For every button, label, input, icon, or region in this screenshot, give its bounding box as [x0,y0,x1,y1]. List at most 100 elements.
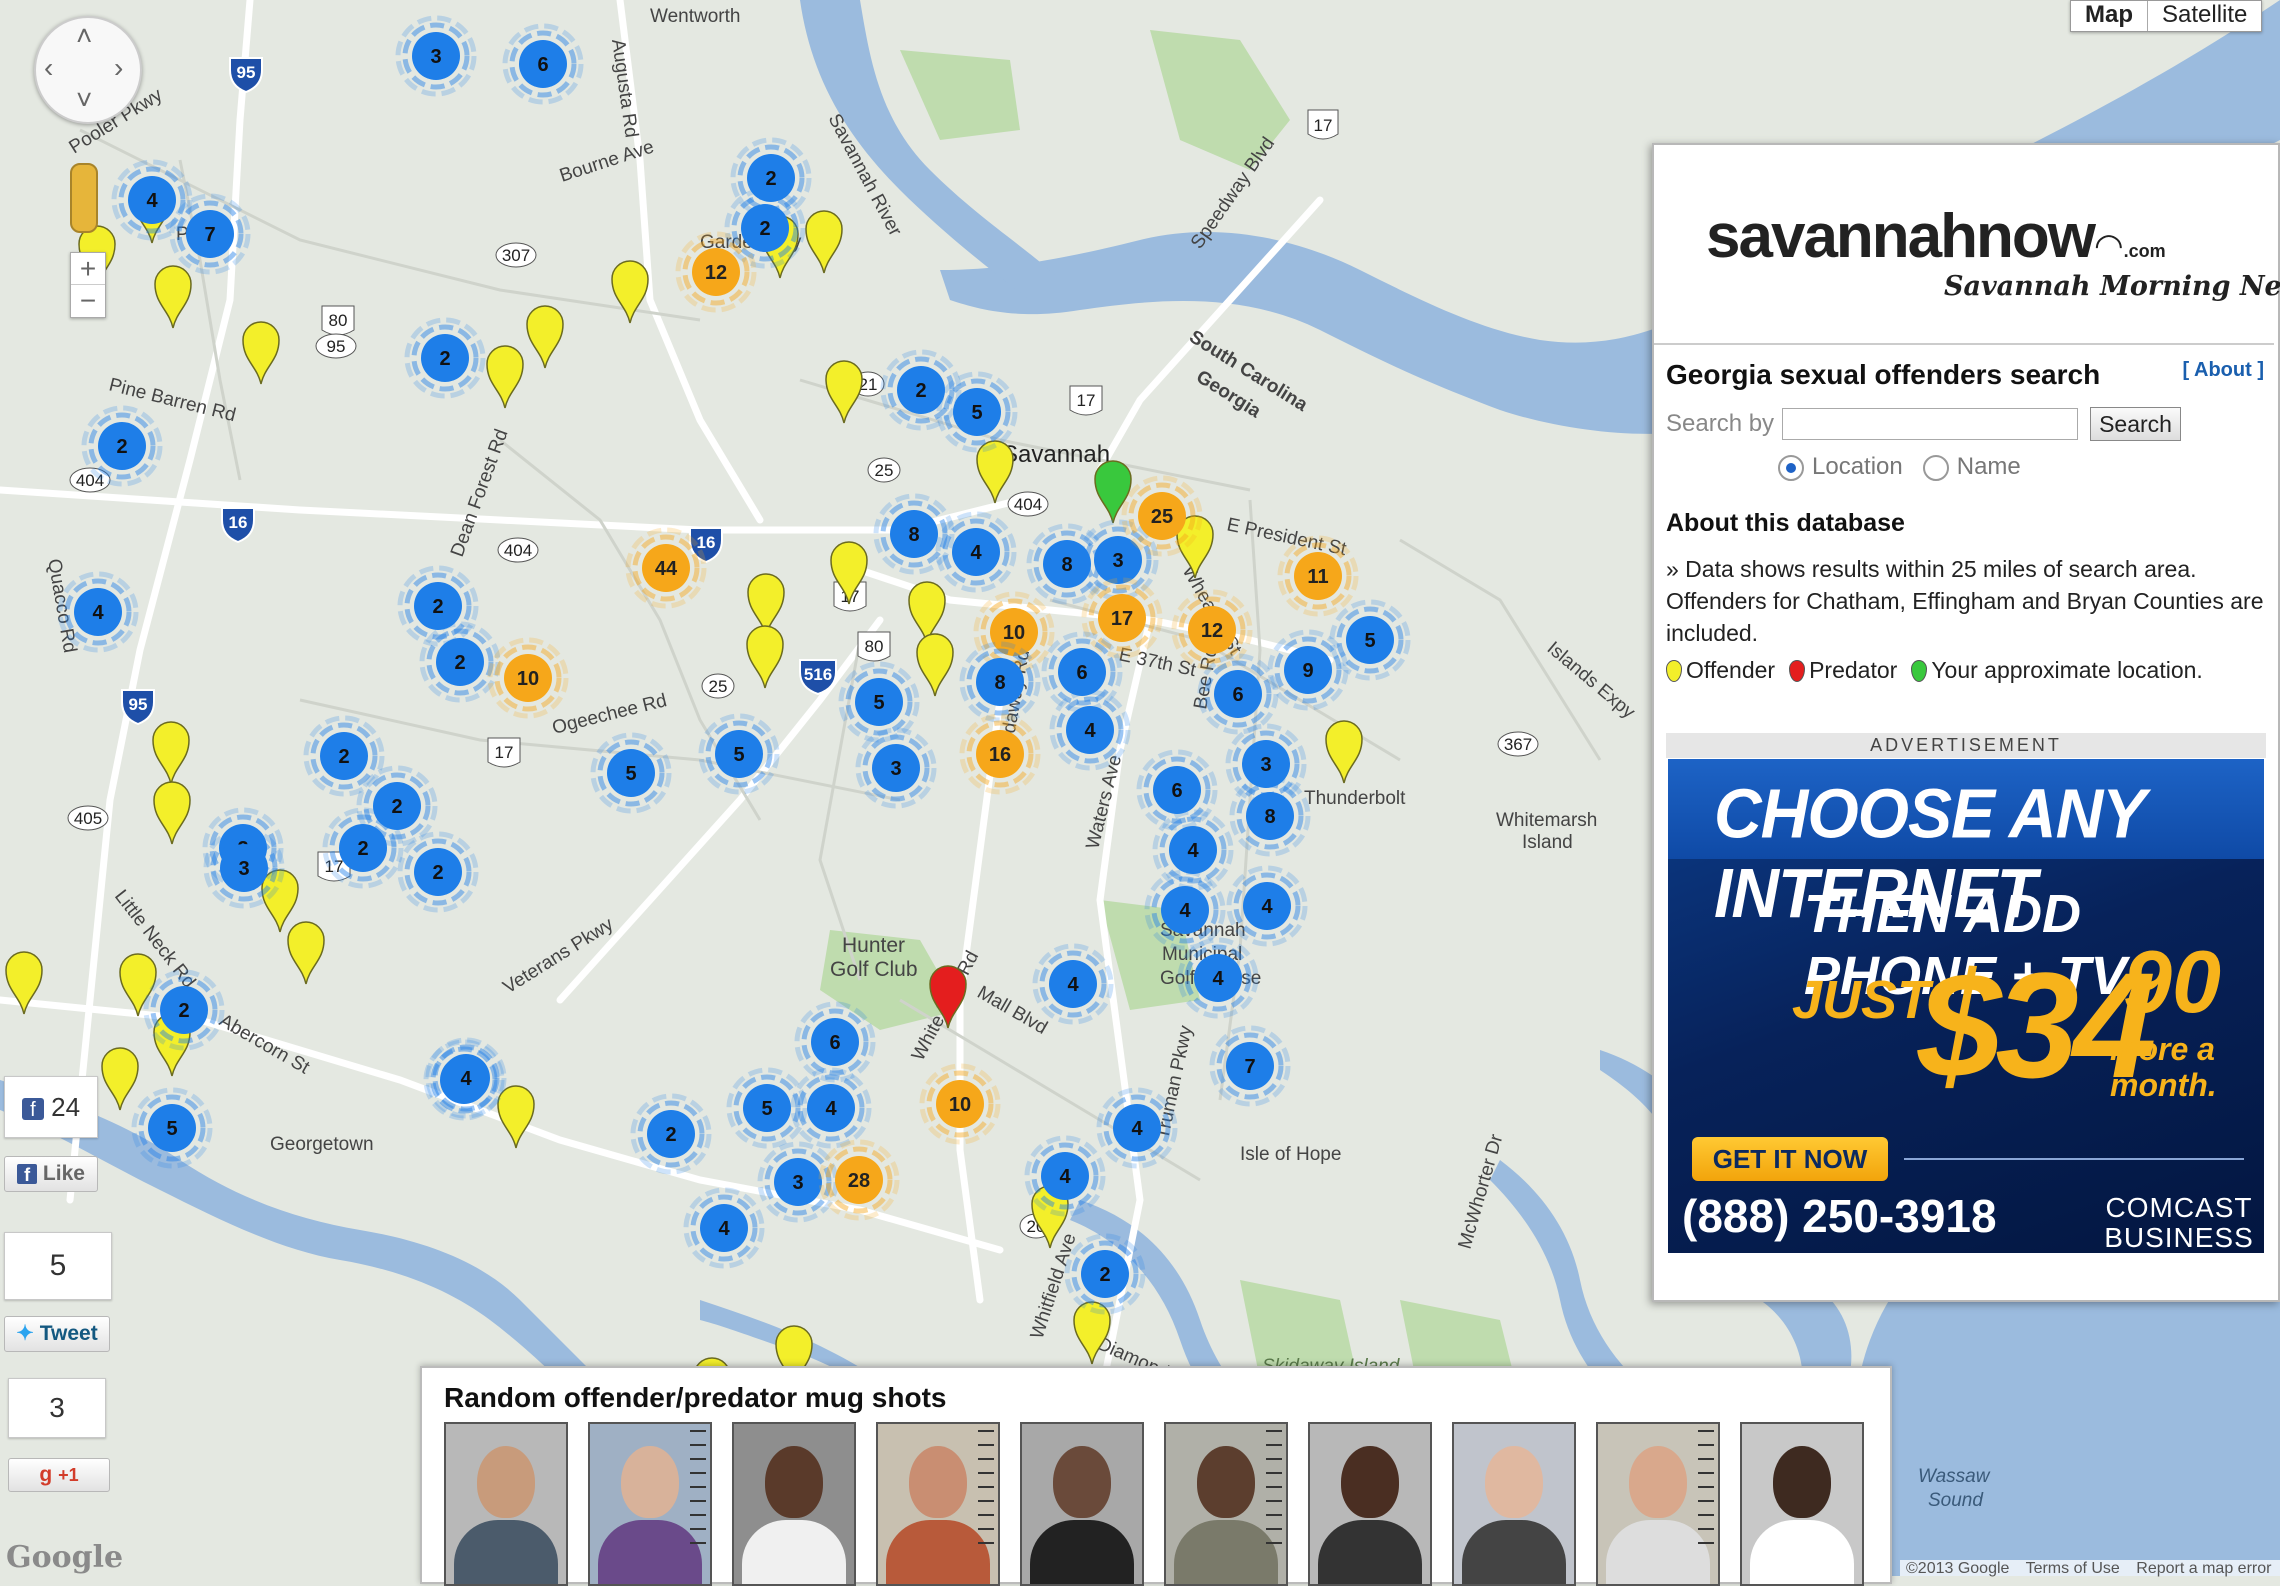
savannahnow-logo[interactable]: savannahnow◠.com Savannah Morning News [1706,201,2280,302]
search-row: Search by Search [1666,407,2181,441]
cluster-count: 2 [765,168,776,190]
pan-up-icon[interactable]: ˄ [76,22,92,50]
mugshot-photo[interactable] [1164,1422,1288,1586]
name-radio-label: Name [1956,453,2021,480]
mugshot-photo[interactable] [1452,1422,1576,1586]
mugshot-photo[interactable] [444,1422,568,1586]
cluster-count: 4 [460,1068,472,1090]
mugshot-face [909,1446,967,1518]
cluster-count: 4 [1067,974,1079,996]
cluster-count: 4 [718,1218,730,1240]
plusone-button[interactable]: g +1 [8,1458,110,1492]
svg-text:Whitemarsh: Whitemarsh [1496,810,1597,831]
facebook-like-button[interactable]: f Like [4,1156,98,1192]
map-tab[interactable]: Map [2071,1,2148,31]
cluster-count: 2 [439,348,450,370]
cluster-count: 12 [1201,620,1223,642]
cluster-count: 6 [537,54,548,76]
location-radio[interactable]: Location [1778,453,1903,481]
svg-text:405: 405 [74,809,102,828]
plusone-label: +1 [58,1465,79,1485]
svg-text:25: 25 [875,461,894,480]
satellite-tab[interactable]: Satellite [2148,1,2261,31]
mugshot-photo[interactable] [1596,1422,1720,1586]
mugshot-photo[interactable] [1740,1422,1864,1586]
about-link-label[interactable]: About [2194,359,2252,381]
logo-suffix: .com [2123,241,2166,261]
svg-text:Hunter: Hunter [842,934,905,957]
cluster-count: 6 [1171,780,1182,802]
map-footer: ©2013 Google Terms of Use Report a map e… [1900,1560,2280,1577]
cluster-count: 4 [1261,896,1273,918]
twitter-bird-icon: ✦ [16,1322,34,1345]
svg-text:16: 16 [697,533,716,552]
name-radio[interactable]: Name [1922,453,2021,481]
mugshot-photo[interactable] [732,1422,856,1586]
pegman-icon[interactable] [70,163,98,233]
mugshot-face [1773,1446,1831,1518]
cluster-count: 6 [1232,684,1243,706]
pan-right-icon[interactable]: › [114,54,123,82]
cluster-count: 28 [848,1170,870,1192]
mugshot-photo[interactable] [876,1422,1000,1586]
cluster-count: 2 [759,218,770,240]
pan-control[interactable]: ˄ ‹ › ˅ [34,16,142,124]
location-radio-label: Location [1812,453,1903,480]
pan-left-icon[interactable]: ‹ [44,54,53,82]
svg-text:25: 25 [709,677,728,696]
location-pin-icon [1911,659,1928,682]
cluster-count: 44 [655,558,678,580]
about-link[interactable]: [ About ] [2183,359,2264,382]
plusone-counter: 3 [8,1378,106,1438]
mugshot-photo[interactable] [1308,1422,1432,1586]
cluster-count: 4 [1179,900,1191,922]
zoom-out-button[interactable]: − [71,285,105,316]
report-error-link[interactable]: Report a map error [2136,1560,2271,1577]
svg-text:Savannah: Savannah [1002,441,1110,468]
mugshot-photo[interactable] [588,1422,712,1586]
cluster-count: 8 [908,524,919,546]
cluster-count: 3 [238,858,249,880]
cluster-count: 5 [166,1118,177,1140]
svg-text:Isle of Hope: Isle of Hope [1240,1144,1341,1165]
ad-just: JUST [1792,970,1931,1030]
cluster-count: 16 [989,744,1011,766]
svg-text:17: 17 [1077,391,1096,410]
comcast-ad[interactable]: CHOOSE ANY INTERNET THEN ADD PHONE + TV … [1668,759,2264,1253]
legend: Offender Predator Your approximate locat… [1666,657,2203,684]
cluster-count: 17 [1111,608,1133,630]
legend-offender: Offender [1686,657,1776,683]
height-chart [978,1430,994,1550]
mugshot-shoulders [1174,1520,1278,1584]
svg-text:80: 80 [329,311,348,330]
mugshot-face [1053,1446,1111,1518]
mugshot-shoulders [742,1520,846,1584]
facebook-counter: f 24 [4,1076,98,1138]
mugshot-photo[interactable] [1020,1422,1144,1586]
cluster-count: 2 [665,1124,676,1146]
ad-cta-button[interactable]: GET IT NOW [1692,1137,1888,1181]
svg-text:Wentworth: Wentworth [650,6,740,27]
cluster-count: 2 [116,436,127,458]
svg-text:307: 307 [502,246,530,265]
search-button[interactable]: Search [2090,407,2181,441]
predator-pin-icon [1789,659,1806,682]
wifi-icon: ◠ [2094,227,2124,265]
cluster-count: 2 [357,838,368,860]
cluster-count: 6 [829,1032,840,1054]
svg-text:Thunderbolt: Thunderbolt [1304,788,1406,809]
svg-text:Wassaw: Wassaw [1918,1466,1991,1487]
logo-text: savannahnow [1706,202,2096,271]
cluster-count: 10 [1003,622,1025,644]
tweet-button[interactable]: ✦ Tweet [4,1316,110,1352]
radio-icon[interactable] [1922,454,1949,481]
terms-link[interactable]: Terms of Use [2026,1560,2120,1577]
cluster-count: 4 [825,1098,837,1120]
search-input[interactable] [1782,408,2079,440]
database-title: About this database [1666,509,1905,537]
cluster-count: 4 [1084,720,1096,742]
pan-down-icon[interactable]: ˅ [76,86,92,114]
zoom-in-button[interactable]: + [71,253,105,285]
mugshot-face [1485,1446,1543,1518]
radio-selected-icon[interactable] [1778,454,1804,481]
